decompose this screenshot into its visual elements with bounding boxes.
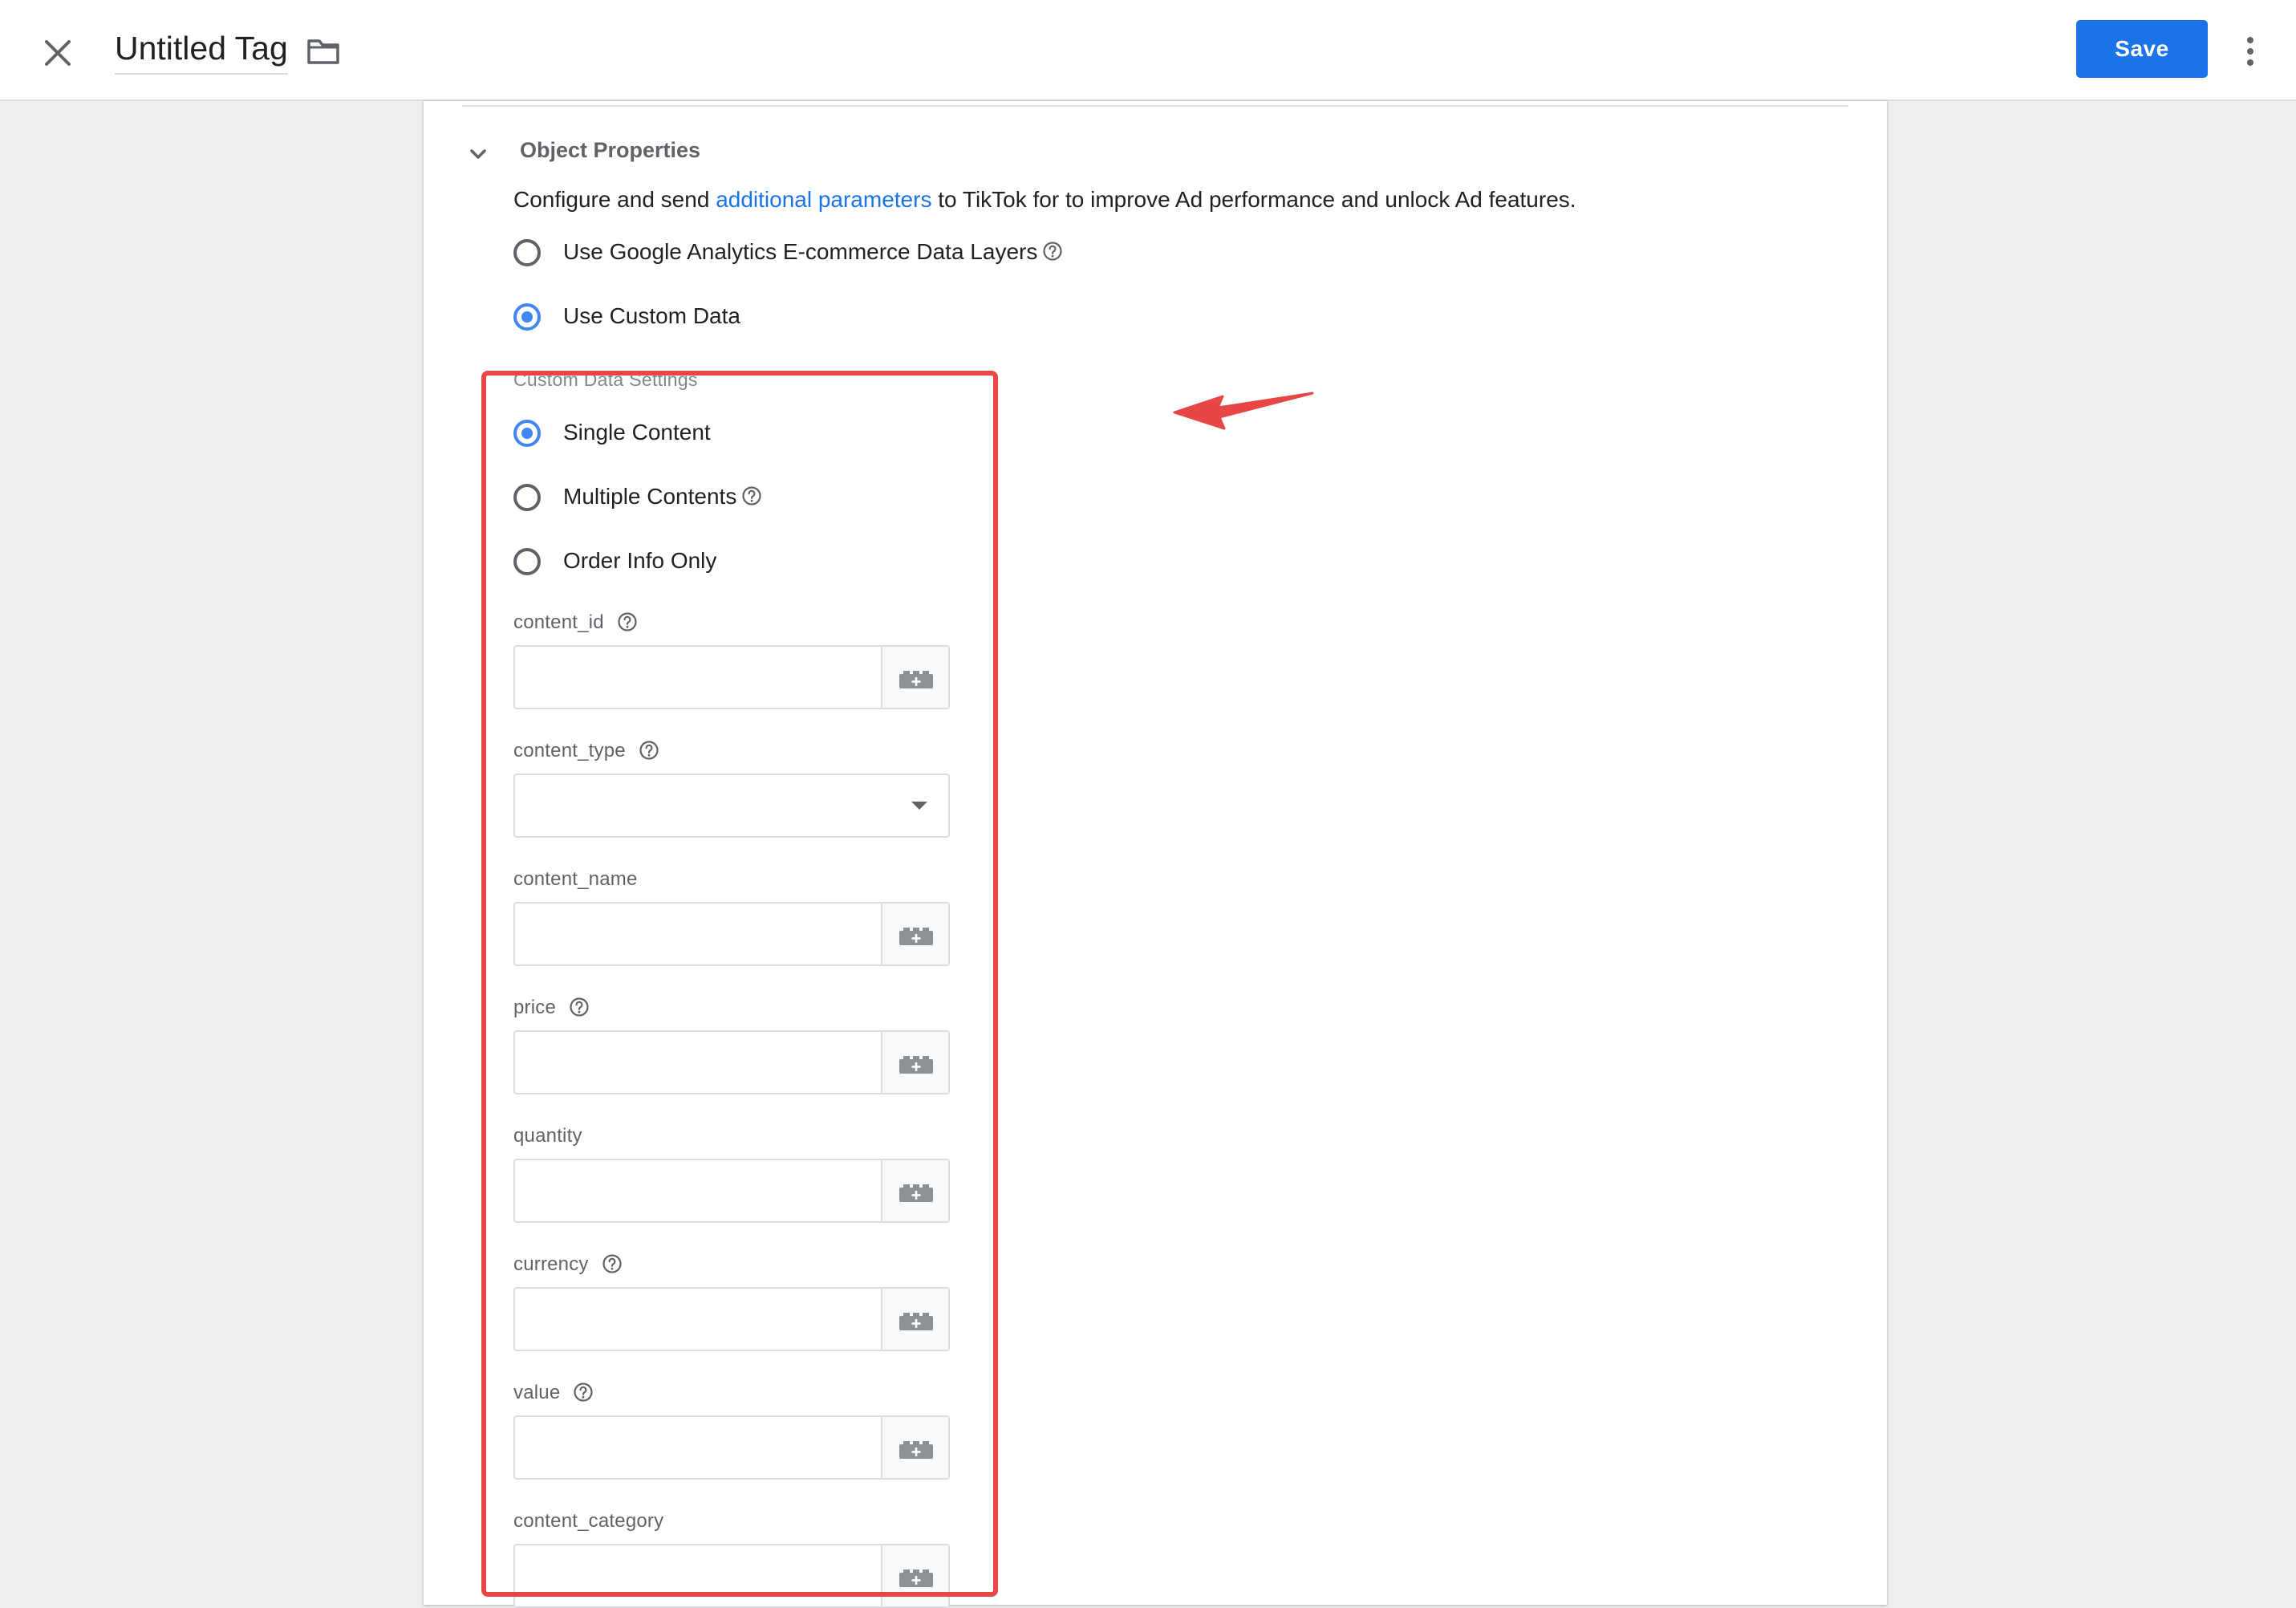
radio-label: Use Custom Data bbox=[563, 303, 740, 328]
price-field bbox=[513, 1030, 950, 1094]
close-icon[interactable] bbox=[42, 37, 74, 69]
chevron-down-icon bbox=[470, 149, 486, 159]
currency-field bbox=[513, 1287, 950, 1351]
content-name-field bbox=[513, 902, 950, 966]
help-icon[interactable] bbox=[741, 485, 762, 506]
radio-checked-icon[interactable] bbox=[513, 420, 541, 447]
insert-variable-icon[interactable] bbox=[881, 1289, 948, 1350]
help-icon[interactable] bbox=[569, 997, 590, 1017]
quantity-label: quantity bbox=[513, 1125, 582, 1147]
help-icon[interactable] bbox=[573, 1382, 594, 1403]
quantity-input[interactable] bbox=[515, 1160, 881, 1221]
annotation-arrow bbox=[1173, 392, 1314, 430]
section-title: Object Properties bbox=[520, 138, 701, 162]
content-id-field bbox=[513, 645, 950, 709]
value-label: value bbox=[513, 1382, 594, 1404]
content-type-select[interactable] bbox=[513, 774, 950, 838]
radio-unchecked-icon[interactable] bbox=[513, 484, 541, 511]
insert-variable-icon[interactable] bbox=[881, 1417, 948, 1478]
tag-config-panel: Object Properties Configure and send add… bbox=[424, 101, 1887, 1608]
radio-unchecked-icon[interactable] bbox=[513, 239, 541, 266]
currency-input[interactable] bbox=[515, 1289, 881, 1350]
custom-data-settings-label: Custom Data Settings bbox=[513, 369, 701, 392]
radio-label: Use Google Analytics E-commerce Data Lay… bbox=[563, 239, 1063, 265]
content-id-input[interactable] bbox=[515, 647, 881, 708]
tag-title[interactable]: Untitled Tag bbox=[115, 29, 288, 75]
content-name-label: content_name bbox=[513, 868, 638, 890]
value-input[interactable] bbox=[515, 1417, 881, 1478]
more-vert-icon[interactable] bbox=[2238, 34, 2262, 69]
folder-icon[interactable] bbox=[306, 37, 340, 67]
insert-variable-icon[interactable] bbox=[881, 903, 948, 964]
content-category-input[interactable] bbox=[515, 1545, 881, 1606]
content-type-label: content_type bbox=[513, 740, 659, 762]
top-bar: Untitled Tag Save bbox=[0, 0, 2296, 101]
content-name-input[interactable] bbox=[515, 903, 881, 964]
content-id-label: content_id bbox=[513, 611, 638, 634]
radio-label: Multiple Contents bbox=[563, 484, 762, 510]
currency-label: currency bbox=[513, 1253, 623, 1276]
save-button[interactable]: Save bbox=[2076, 20, 2208, 78]
section-description: Configure and send additional parameters… bbox=[513, 187, 1576, 212]
annotation-highlight-box bbox=[481, 371, 998, 1597]
quantity-field bbox=[513, 1159, 950, 1223]
insert-variable-icon[interactable] bbox=[881, 1032, 948, 1093]
help-icon[interactable] bbox=[639, 740, 659, 761]
radio-unchecked-icon[interactable] bbox=[513, 548, 541, 575]
price-input[interactable] bbox=[515, 1032, 881, 1093]
radio-label: Single Content bbox=[563, 420, 711, 445]
insert-variable-icon[interactable] bbox=[881, 1545, 948, 1606]
value-field bbox=[513, 1415, 950, 1480]
insert-variable-icon[interactable] bbox=[881, 647, 948, 708]
price-label: price bbox=[513, 997, 590, 1019]
radio-checked-icon[interactable] bbox=[513, 303, 541, 331]
content-category-field bbox=[513, 1544, 950, 1608]
divider bbox=[462, 105, 1848, 107]
help-icon[interactable] bbox=[1042, 241, 1063, 262]
object-properties-toggle[interactable]: Object Properties bbox=[469, 130, 950, 178]
content-category-label: content_category bbox=[513, 1510, 664, 1532]
radio-label: Order Info Only bbox=[563, 548, 717, 573]
insert-variable-icon[interactable] bbox=[881, 1160, 948, 1221]
dropdown-arrow-icon bbox=[911, 802, 927, 810]
help-icon[interactable] bbox=[617, 611, 638, 632]
additional-parameters-link[interactable]: additional parameters bbox=[716, 187, 931, 212]
help-icon[interactable] bbox=[602, 1253, 623, 1274]
